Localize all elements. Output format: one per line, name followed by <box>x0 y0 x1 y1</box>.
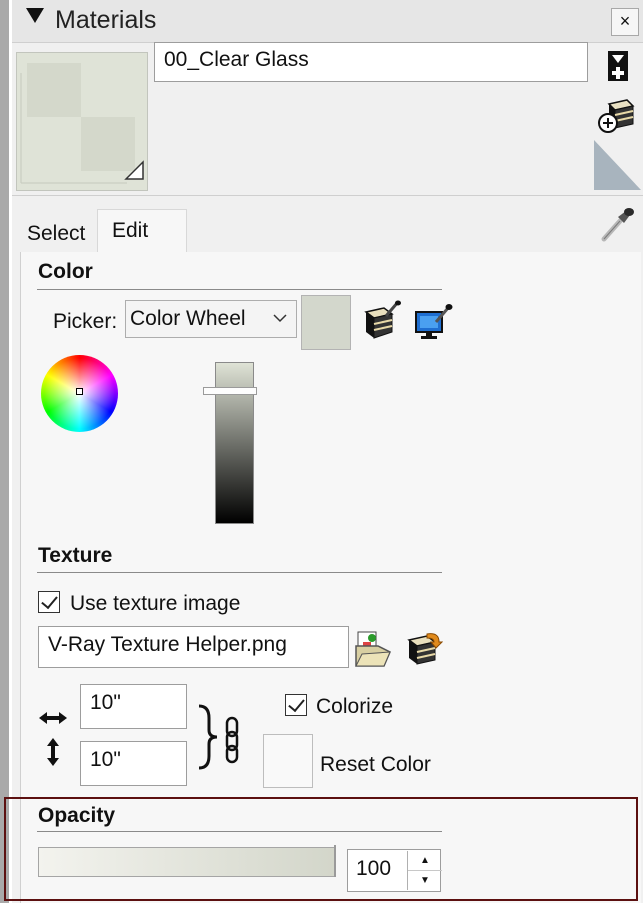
use-texture-checkbox[interactable] <box>38 591 60 613</box>
color-wheel-cursor[interactable] <box>76 388 83 395</box>
preview-axes-icon <box>20 73 144 184</box>
material-preview[interactable] <box>16 52 148 191</box>
current-color-swatch <box>301 295 351 350</box>
details-arrow-icon[interactable] <box>607 50 629 82</box>
texture-height-input[interactable]: 10" <box>80 741 187 786</box>
opacity-slider[interactable] <box>38 847 335 877</box>
texture-section-divider <box>37 572 442 573</box>
colorize-checkbox[interactable] <box>285 694 307 716</box>
chain-link-icon[interactable] <box>193 704 245 770</box>
opacity-section-divider <box>37 831 442 832</box>
texture-width-input[interactable]: 10" <box>80 684 187 729</box>
texture-file-input[interactable]: V-Ray Texture Helper.png <box>38 626 349 668</box>
material-name-input[interactable]: 00_Clear Glass <box>154 42 588 82</box>
panel-title: Materials <box>55 6 157 34</box>
color-section-title: Color <box>38 260 93 283</box>
display-secondary-browser-icon[interactable] <box>594 140 641 190</box>
left-edge <box>0 0 9 903</box>
picker-select[interactable]: Color Wheel <box>125 300 297 338</box>
brightness-slider-handle[interactable] <box>203 387 257 395</box>
eyedropper-icon[interactable] <box>600 205 636 243</box>
reset-color-label[interactable]: Reset Color <box>320 753 431 777</box>
match-screen-color-icon[interactable] <box>414 302 454 340</box>
match-model-color-icon[interactable] <box>362 300 402 340</box>
spin-up-icon[interactable]: ▲ <box>408 851 442 871</box>
colorize-label: Colorize <box>316 695 394 718</box>
folder-open-icon[interactable] <box>354 630 392 668</box>
opacity-value[interactable]: 100 <box>356 857 391 880</box>
picker-label: Picker: <box>53 310 118 333</box>
texture-section-title: Texture <box>38 544 113 567</box>
color-section-divider <box>37 289 442 290</box>
picker-select-value: Color Wheel <box>130 307 246 330</box>
edit-texture-icon[interactable] <box>405 630 443 666</box>
left-edge-highlight <box>9 0 12 903</box>
header-divider <box>12 195 643 196</box>
create-material-icon[interactable] <box>597 98 635 134</box>
vertical-arrows-icon <box>47 738 59 766</box>
triangle-down-icon[interactable] <box>26 8 44 23</box>
opacity-section-title: Opacity <box>38 804 116 827</box>
tab-edit[interactable]: Edit <box>97 209 187 254</box>
chevron-down-icon <box>273 314 287 323</box>
horizontal-arrows-icon <box>39 712 67 724</box>
tab-select[interactable]: Select <box>17 216 97 252</box>
spin-down-icon[interactable]: ▼ <box>408 871 442 890</box>
close-button[interactable]: × <box>611 8 639 36</box>
use-texture-label: Use texture image <box>70 592 241 615</box>
opacity-spinner[interactable]: ▲ ▼ <box>407 851 442 890</box>
reset-color-swatch[interactable] <box>263 734 313 788</box>
opacity-slider-handle[interactable] <box>334 845 336 877</box>
